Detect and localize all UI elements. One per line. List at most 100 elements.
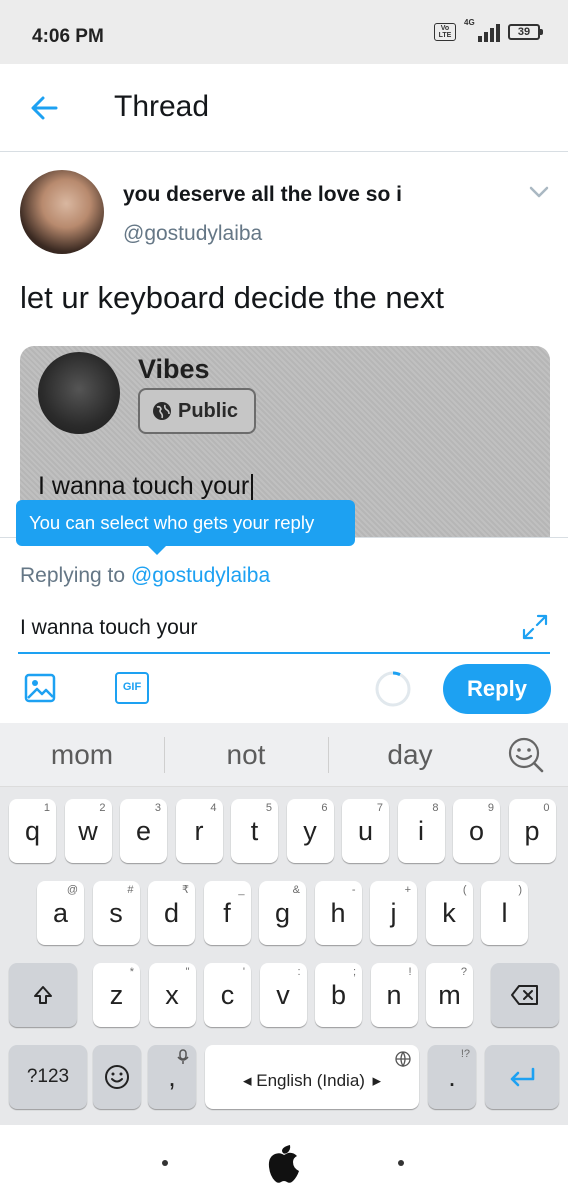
comma-label: , (168, 1062, 176, 1092)
key-c[interactable]: c ' (204, 963, 251, 1027)
key-q[interactable]: q1 (9, 799, 56, 863)
key-label: m (438, 980, 461, 1010)
key-g[interactable]: g & (259, 881, 306, 945)
key-w[interactable]: w2 (64, 799, 112, 863)
space-bar[interactable]: ◂ English (India) ▸ (205, 1045, 419, 1109)
replying-to-handle[interactable]: @gostudylaiba (131, 564, 270, 587)
backspace-key[interactable] (491, 963, 559, 1027)
enter-key[interactable] (485, 1045, 559, 1109)
key-k[interactable]: k( (425, 881, 473, 945)
gif-icon[interactable]: GIF (115, 672, 149, 704)
key-v[interactable]: v: (259, 963, 307, 1027)
key-label: i (418, 816, 424, 846)
key-hint: " (185, 966, 190, 978)
tweet-author-handle[interactable]: @gostudylaiba (123, 222, 262, 246)
reply-audience-tooltip[interactable]: You can select who gets your reply (16, 500, 355, 555)
media-public-badge: Public (138, 388, 256, 434)
input-underline (18, 652, 550, 654)
key-label: v (276, 980, 290, 1010)
author-avatar[interactable] (20, 170, 104, 254)
emoji-key[interactable] (93, 1045, 141, 1109)
key-f[interactable]: f _ (203, 881, 251, 945)
shift-key[interactable] (9, 963, 77, 1027)
shift-arrow-icon (34, 986, 52, 1004)
key-hint: @ (66, 884, 78, 896)
key-s[interactable]: s # (92, 881, 140, 945)
key-label: u (357, 816, 374, 846)
key-y[interactable]: y6 (286, 799, 334, 863)
media-text-line: I wanna touch your (38, 472, 254, 501)
symbols-key[interactable]: ?123 (9, 1045, 87, 1109)
replying-to-prefix: Replying to (20, 564, 126, 587)
battery-icon: 39 (508, 24, 543, 40)
key-hint: 3 (154, 802, 161, 814)
key-t[interactable]: t5 (231, 799, 278, 863)
key-o[interactable]: o9 (453, 799, 500, 863)
status-icons: Vo LTE 4G 39 (434, 18, 543, 42)
thread-header: Thread (0, 64, 568, 152)
key-hint: ) (518, 884, 522, 896)
key-label: j (390, 898, 397, 928)
nav-recents-dot[interactable] (398, 1160, 404, 1166)
key-label: g (274, 898, 291, 928)
key-label: r (194, 816, 204, 846)
key-label: x (165, 980, 179, 1010)
nav-back-dot[interactable] (162, 1160, 168, 1166)
key-d[interactable]: d ₹ (148, 881, 195, 945)
media-line-text: I wanna touch your (38, 472, 250, 500)
expand-icon[interactable] (520, 612, 550, 642)
image-icon[interactable] (24, 672, 56, 704)
key-hint: : (297, 966, 301, 978)
volte-icon: Vo LTE (434, 23, 456, 41)
status-time: 4:06 PM (32, 26, 104, 47)
key-label: w (78, 816, 98, 846)
suggestion-3[interactable]: day (330, 739, 490, 771)
space-left-caret: ◂ (243, 1071, 257, 1090)
key-e[interactable]: e3 (120, 799, 167, 863)
key-hint: 0 (543, 802, 550, 814)
key-z[interactable]: z * (93, 963, 140, 1027)
suggestion-2[interactable]: not (166, 739, 326, 771)
suggestion-1[interactable]: mom (2, 739, 162, 771)
media-badge-label: Public (178, 399, 239, 422)
key-n[interactable]: n! (370, 963, 418, 1027)
key-label: y (303, 816, 317, 846)
key-hint: - (351, 884, 356, 896)
reply-text-input[interactable]: I wanna touch your (20, 616, 197, 640)
globe-icon (153, 402, 171, 420)
key-b[interactable]: b; (315, 963, 362, 1027)
key-u[interactable]: u7 (342, 799, 389, 863)
key-i[interactable]: i8 (397, 799, 445, 863)
status-bar: 4:06 PM Vo LTE 4G 39 (0, 0, 568, 64)
key-r[interactable]: r4 (175, 799, 223, 863)
key-hint: 8 (432, 802, 439, 814)
key-x[interactable]: x " (148, 963, 196, 1027)
suggestion-strip: mom not day (0, 723, 568, 787)
key-label: b (330, 980, 347, 1010)
period-label: . (448, 1062, 456, 1092)
key-h[interactable]: h- (314, 881, 362, 945)
page-title: Thread (114, 90, 210, 123)
key-hint: 5 (265, 802, 272, 814)
chevron-down-icon[interactable] (528, 185, 550, 199)
apple-logo-icon[interactable] (266, 1141, 302, 1185)
emoji-search-icon[interactable] (506, 735, 546, 775)
comma-key[interactable]: , (148, 1045, 196, 1109)
period-key[interactable]: . !? (428, 1045, 476, 1109)
key-hint: & (292, 884, 300, 896)
key-hint: 1 (43, 802, 50, 814)
reply-button[interactable]: Reply (443, 664, 551, 714)
key-l[interactable]: l) (481, 881, 528, 945)
key-m[interactable]: m? (426, 963, 473, 1027)
tweet-author-name[interactable]: you deserve all the love so i (123, 183, 402, 207)
back-arrow-icon[interactable] (26, 90, 62, 126)
key-hint: 6 (321, 802, 328, 814)
key-a[interactable]: a @ (37, 881, 84, 945)
key-label: p (524, 816, 540, 846)
key-p[interactable]: p0 (508, 799, 556, 863)
key-label: f (223, 898, 231, 928)
key-hint: 9 (487, 802, 494, 814)
key-j[interactable]: j + (370, 881, 417, 945)
backspace-icon (511, 985, 538, 1005)
key-label: d (163, 898, 180, 928)
